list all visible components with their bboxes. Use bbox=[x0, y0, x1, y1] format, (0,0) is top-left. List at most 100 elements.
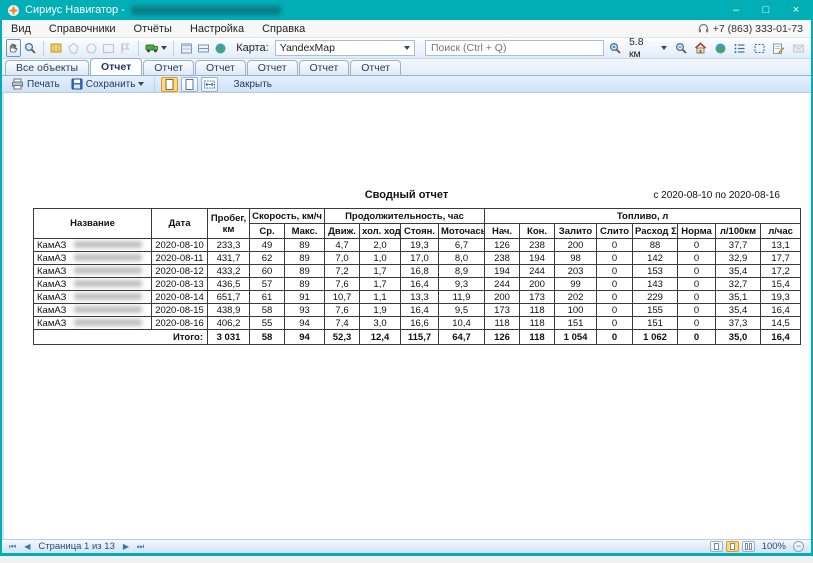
value-cell: 7,6 bbox=[325, 304, 360, 317]
status-bar: ⏮ ◀ Страница 1 из 13 ▶ ⏭ 100% − bbox=[2, 539, 811, 553]
value-cell: 10,4 bbox=[439, 317, 485, 330]
report-tab[interactable]: Отчет bbox=[195, 60, 246, 75]
report-canvas: Сводный отчет с 2020-08-10 по 2020-08-16… bbox=[2, 93, 811, 539]
table-row: КамАЗ2020-08-11431,762897,01,017,08,0238… bbox=[34, 252, 801, 265]
value-cell: 0 bbox=[678, 291, 716, 304]
vehicle-name-cell: КамАЗ bbox=[34, 252, 152, 265]
polygon-tool-button[interactable] bbox=[66, 39, 81, 57]
report-tab[interactable]: Отчет bbox=[90, 58, 142, 75]
menu-item[interactable]: Настройка bbox=[181, 20, 253, 37]
value-cell: 7,0 bbox=[325, 252, 360, 265]
value-cell: 10,7 bbox=[325, 291, 360, 304]
value-cell: 173 bbox=[485, 304, 520, 317]
value-cell: 32,7 bbox=[716, 278, 761, 291]
column-group-header: Название bbox=[34, 209, 152, 239]
table-row: КамАЗ2020-08-12433,260897,21,716,88,9194… bbox=[34, 265, 801, 278]
report-tab[interactable]: Все объекты bbox=[5, 60, 89, 75]
menu-item[interactable]: Вид bbox=[2, 20, 40, 37]
value-cell: 244 bbox=[520, 265, 555, 278]
edit-note-button[interactable] bbox=[770, 39, 787, 57]
vehicle-name-cell: КамАЗ bbox=[34, 265, 152, 278]
maximize-button[interactable]: □ bbox=[751, 0, 781, 20]
close-report-button[interactable]: Закрыть bbox=[229, 77, 276, 92]
value-cell: 37,3 bbox=[716, 317, 761, 330]
report-tab[interactable]: Отчет bbox=[247, 60, 298, 75]
plate-redacted bbox=[74, 254, 142, 261]
print-button[interactable]: Печать bbox=[7, 77, 64, 92]
vehicle-name-cell: КамАЗ bbox=[34, 239, 152, 252]
facing-pages-icon bbox=[745, 543, 748, 550]
rectangle-tool-button[interactable] bbox=[101, 39, 116, 57]
totals-value-cell: 1 062 bbox=[633, 330, 678, 345]
polygon-icon bbox=[67, 42, 80, 55]
value-cell: 0 bbox=[597, 265, 633, 278]
full-page-view-button[interactable] bbox=[181, 77, 198, 92]
value-cell: 11,9 bbox=[439, 291, 485, 304]
circle-tool-button[interactable] bbox=[84, 39, 99, 57]
hand-tool-button[interactable] bbox=[6, 39, 21, 57]
panel-grid-button[interactable] bbox=[179, 39, 194, 57]
menu-item[interactable]: Отчёты bbox=[125, 20, 181, 37]
map-label: Карта: bbox=[236, 42, 269, 54]
zoom-in-icon bbox=[609, 42, 622, 55]
panel-split-button[interactable] bbox=[196, 39, 211, 57]
home-button[interactable] bbox=[692, 39, 709, 57]
chevron-down-icon[interactable] bbox=[661, 46, 667, 50]
zoom-select-button[interactable] bbox=[23, 39, 38, 57]
view-mode-single-button[interactable] bbox=[710, 541, 723, 552]
zoom-level: 100% bbox=[762, 541, 786, 552]
last-page-button[interactable]: ⏭ bbox=[133, 542, 148, 552]
fit-width-view-button[interactable] bbox=[201, 77, 218, 92]
table-row: КамАЗ2020-08-13436,557897,61,716,49,3244… bbox=[34, 278, 801, 291]
column-header: Кон. bbox=[520, 224, 555, 239]
toolbar-separator bbox=[43, 41, 44, 56]
value-cell: 151 bbox=[633, 317, 678, 330]
zoom-out-slider-button[interactable]: − bbox=[793, 541, 804, 552]
report-tab[interactable]: Отчет bbox=[143, 60, 194, 75]
magnifier-icon bbox=[24, 42, 37, 55]
value-cell: 91 bbox=[285, 291, 325, 304]
map-edit-button[interactable] bbox=[49, 39, 64, 57]
column-header: Нач. bbox=[485, 224, 520, 239]
value-cell: 58 bbox=[250, 304, 285, 317]
map-select[interactable]: YandexMap bbox=[275, 40, 415, 56]
next-page-button[interactable]: ▶ bbox=[119, 542, 133, 551]
value-cell: 118 bbox=[485, 317, 520, 330]
value-cell: 93 bbox=[285, 304, 325, 317]
close-button[interactable]: × bbox=[781, 0, 811, 20]
report-tab[interactable]: Отчет bbox=[350, 60, 401, 75]
flag-tool-button[interactable] bbox=[118, 39, 133, 57]
prev-page-button[interactable]: ◀ bbox=[20, 542, 34, 551]
page-view-button[interactable] bbox=[161, 77, 178, 92]
value-cell: 19,3 bbox=[401, 239, 439, 252]
value-cell: 0 bbox=[678, 278, 716, 291]
value-cell: 194 bbox=[520, 252, 555, 265]
save-button[interactable]: Сохранить bbox=[67, 77, 149, 92]
zoom-in-button[interactable] bbox=[606, 39, 623, 57]
zoom-out-button[interactable] bbox=[673, 39, 690, 57]
view-mode-continuous-button[interactable] bbox=[726, 541, 739, 552]
menu-item[interactable]: Справочники bbox=[40, 20, 125, 37]
search-input[interactable] bbox=[425, 40, 604, 56]
plate-redacted bbox=[74, 319, 142, 326]
world-map-button[interactable] bbox=[712, 39, 729, 57]
vehicle-menu-button[interactable] bbox=[144, 39, 168, 57]
globe-tool-button[interactable] bbox=[213, 39, 228, 57]
chevron-down-icon bbox=[161, 46, 167, 50]
totals-row: Итого:3 031589452,312,4115,764,71261181 … bbox=[34, 330, 801, 345]
value-cell: 194 bbox=[485, 265, 520, 278]
view-mode-facing-button[interactable] bbox=[742, 541, 755, 552]
totals-value-cell: 64,7 bbox=[439, 330, 485, 345]
message-button[interactable] bbox=[790, 39, 807, 57]
first-page-button[interactable]: ⏮ bbox=[5, 542, 20, 552]
value-cell: 118 bbox=[520, 317, 555, 330]
list-view-button[interactable] bbox=[731, 39, 748, 57]
select-area-button[interactable] bbox=[751, 39, 768, 57]
value-cell: 1,1 bbox=[360, 291, 401, 304]
totals-value-cell: 118 bbox=[520, 330, 555, 345]
menu-item[interactable]: Справка bbox=[253, 20, 314, 37]
report-tab[interactable]: Отчет bbox=[299, 60, 350, 75]
map-select-value: YandexMap bbox=[280, 42, 335, 54]
totals-label: Итого: bbox=[34, 330, 208, 345]
minimize-button[interactable]: – bbox=[721, 0, 751, 20]
